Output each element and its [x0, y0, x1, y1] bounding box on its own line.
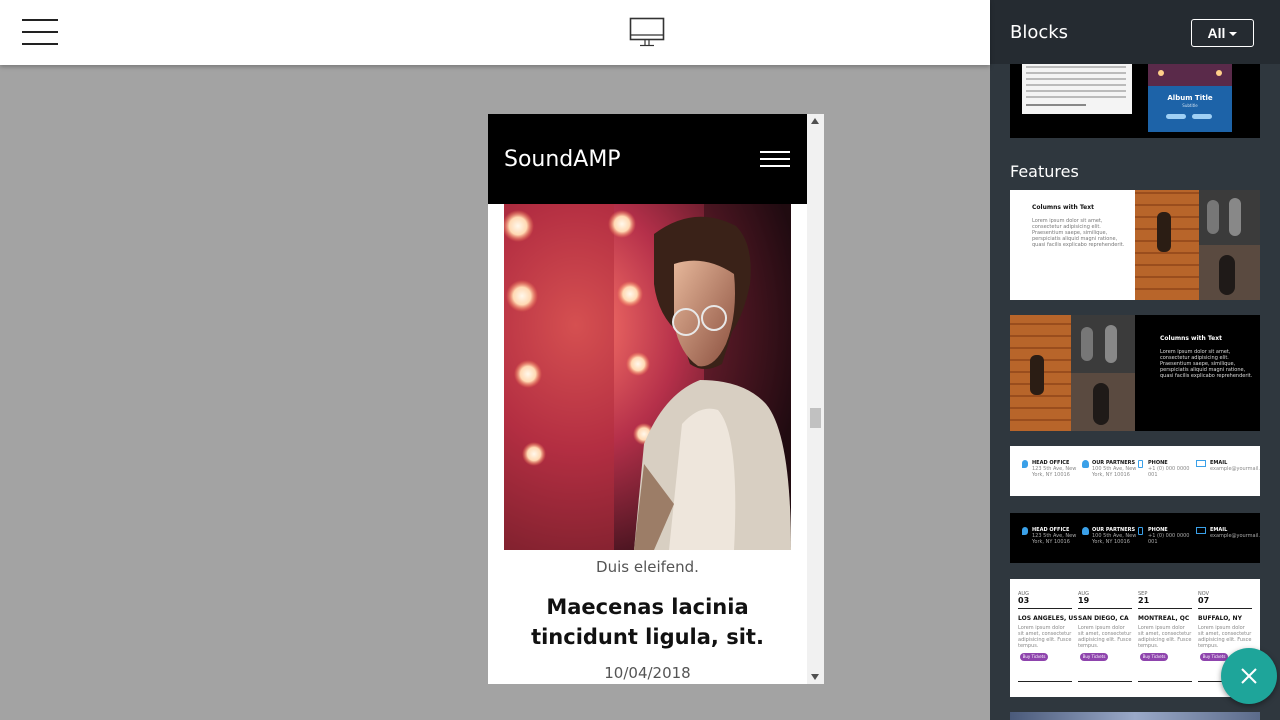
filter-label: All	[1207, 25, 1226, 41]
block-thumb-contacts-light[interactable]: HEAD OFFICE 123 5th Ave, New York, NY 10…	[1010, 446, 1260, 496]
event-item: AUG 19 SAN DIEGO, CA Lorem ipsum dolor s…	[1078, 591, 1134, 687]
block-filter-dropdown[interactable]: All	[1191, 19, 1254, 47]
contact-text: example@yourmail.com	[1210, 533, 1260, 539]
event-item: SEP 21 MONTREAL, QC Lorem ipsum dolor si…	[1138, 591, 1194, 687]
close-icon	[1241, 668, 1257, 684]
event-desc: Lorem ipsum dolor sit amet, consectetur …	[1018, 625, 1072, 649]
event-day: 19	[1078, 596, 1090, 605]
close-panel-button[interactable]	[1221, 648, 1277, 704]
event-day: 07	[1198, 596, 1210, 605]
album-card: Album Title Subtitle	[1148, 64, 1232, 132]
user-icon	[1082, 527, 1089, 535]
event-desc: Lorem ipsum dolor sit amet, consectetur …	[1078, 625, 1132, 649]
buy-tickets-button: Buy Tickets	[1140, 653, 1168, 661]
chevron-down-icon	[1229, 32, 1238, 37]
hamburger-menu-icon	[22, 19, 58, 21]
contact-text: +1 (0) 000 0000 001	[1148, 533, 1190, 545]
location-pin-icon	[1022, 527, 1028, 535]
block-thumb-columns-dark[interactable]: Columns with Text Lorem ipsum dolor sit …	[1010, 315, 1260, 431]
event-desc: Lorem ipsum dolor sit amet, consectetur …	[1198, 625, 1252, 649]
album-tracklist	[1022, 64, 1132, 114]
blocks-panel: Blocks All Album Title Subtitle Features	[990, 0, 1280, 720]
event-city: LOS ANGELES, US	[1018, 615, 1078, 622]
block-thumb-columns-light[interactable]: Columns with Text Lorem ipsum dolor sit …	[1010, 190, 1260, 300]
card-title: Maecenas lacinia tincidunt ligula, sit.	[531, 595, 764, 649]
event-day: 03	[1018, 596, 1030, 605]
mobile-preview-frame[interactable]: SoundAMP Duis eleifend. Maecenas lacinia…	[488, 114, 824, 684]
scroll-up-arrow-icon[interactable]	[811, 118, 819, 124]
thumb-heading: Columns with Text	[1032, 204, 1094, 211]
wood-guitarist-photo	[1010, 315, 1071, 431]
contact-text: 123 5th Ave, New York, NY 10016	[1032, 466, 1077, 478]
band-photo-bw	[1199, 190, 1260, 245]
preview-scrollbar[interactable]	[807, 114, 824, 684]
album-button	[1192, 114, 1212, 119]
thumb-heading: Columns with Text	[1160, 335, 1222, 342]
contact-text: +1 (0) 000 0000 001	[1148, 466, 1190, 478]
album-subtitle: Subtitle	[1182, 103, 1198, 108]
site-brand[interactable]: SoundAMP	[504, 147, 621, 172]
album-cover-icon	[1148, 64, 1232, 86]
features-section-label: Features	[1010, 162, 1079, 181]
site-navbar[interactable]: SoundAMP	[488, 114, 807, 204]
scroll-down-arrow-icon[interactable]	[811, 674, 819, 680]
contact-text: 123 5th Ave, New York, NY 10016	[1032, 533, 1077, 545]
thumb-body: Lorem ipsum dolor sit amet, consectetur …	[1032, 218, 1125, 248]
contact-text: 100 5th Ave, New York, NY 10016	[1092, 533, 1137, 545]
desktop-monitor-icon	[629, 17, 665, 47]
scroll-thumb[interactable]	[810, 408, 821, 428]
monitor-icon	[1196, 460, 1206, 467]
block-thumb-album[interactable]: Album Title Subtitle	[1010, 64, 1260, 138]
block-thumb-contacts-dark[interactable]: HEAD OFFICE 123 5th Ave, New York, NY 10…	[1010, 513, 1260, 563]
event-city: SAN DIEGO, CA	[1078, 615, 1129, 622]
band-photo-bw	[1071, 315, 1135, 373]
block-thumb-next[interactable]	[1010, 712, 1260, 720]
event-city: MONTREAL, QC	[1138, 615, 1190, 622]
phone-icon	[1138, 460, 1143, 468]
contact-text: 100 5th Ave, New York, NY 10016	[1092, 466, 1137, 478]
phone-icon	[1138, 527, 1143, 535]
buy-tickets-button: Buy Tickets	[1020, 653, 1048, 661]
card-image	[504, 204, 791, 550]
event-day: 21	[1138, 596, 1150, 605]
event-desc: Lorem ipsum dolor sit amet, consectetur …	[1138, 625, 1192, 649]
hamburger-menu-icon	[760, 151, 790, 153]
site-menu-button[interactable]	[760, 151, 790, 169]
event-city: BUFFALO, NY	[1198, 615, 1242, 622]
editor-toolbar	[0, 0, 990, 65]
album-button	[1166, 114, 1186, 119]
location-pin-icon	[1022, 460, 1028, 468]
contact-text: example@yourmail.com	[1210, 466, 1260, 472]
panel-title: Blocks	[1010, 22, 1069, 43]
thumb-body: Lorem ipsum dolor sit amet, consectetur …	[1160, 349, 1253, 379]
blocks-panel-header: Blocks All	[990, 0, 1280, 64]
desktop-view-button[interactable]	[629, 17, 665, 47]
main-menu-button[interactable]	[22, 19, 58, 45]
buy-tickets-button: Buy Tickets	[1080, 653, 1108, 661]
buy-tickets-button: Buy Tickets	[1200, 653, 1228, 661]
singer-photo	[1071, 373, 1135, 431]
card-category: Duis eleifend.	[596, 558, 699, 576]
monitor-icon	[1196, 527, 1206, 534]
event-item: AUG 03 LOS ANGELES, US Lorem ipsum dolor…	[1018, 591, 1078, 687]
user-icon	[1082, 460, 1089, 468]
wood-guitarist-photo	[1135, 190, 1199, 300]
card-date: 10/04/2018	[604, 664, 691, 682]
album-title: Album Title	[1167, 94, 1213, 102]
singer-photo	[1199, 245, 1260, 300]
photo-man-with-glasses	[504, 204, 791, 550]
